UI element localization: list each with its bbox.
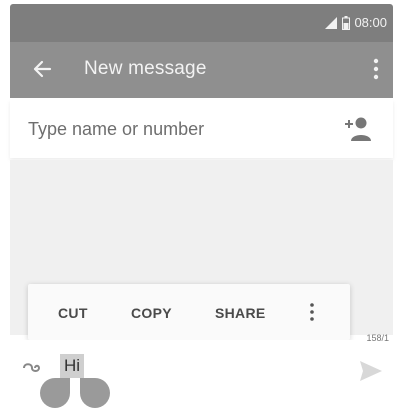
back-arrow-icon[interactable] — [32, 59, 52, 84]
vertical-dots-icon[interactable] — [309, 302, 315, 327]
message-input[interactable]: Hi — [60, 354, 85, 378]
selection-handle-left[interactable] — [40, 378, 70, 408]
attach-icon[interactable] — [20, 360, 44, 381]
status-bar: 08:00 — [10, 4, 393, 42]
compose-bar: 158/1 Hi — [0, 333, 401, 412]
status-time: 08:00 — [354, 15, 387, 30]
text-selection-toolbar: CUT COPY SHARE — [28, 284, 350, 340]
share-button[interactable]: SHARE — [215, 305, 266, 321]
send-icon[interactable] — [359, 360, 383, 387]
add-contact-icon[interactable] — [343, 116, 373, 147]
character-counter: 158/1 — [366, 333, 389, 343]
signal-icon — [324, 16, 338, 30]
page-title: New message — [84, 58, 207, 79]
status-icons: 08:00 — [324, 15, 387, 30]
recipient-row — [10, 100, 393, 158]
cut-button[interactable]: CUT — [58, 305, 88, 321]
selection-handle-right[interactable] — [80, 378, 110, 408]
recipient-input[interactable] — [28, 114, 328, 144]
copy-button[interactable]: COPY — [131, 305, 172, 321]
overflow-menu-icon[interactable] — [373, 58, 379, 85]
battery-icon — [342, 15, 351, 30]
app-bar: New message — [10, 42, 393, 98]
